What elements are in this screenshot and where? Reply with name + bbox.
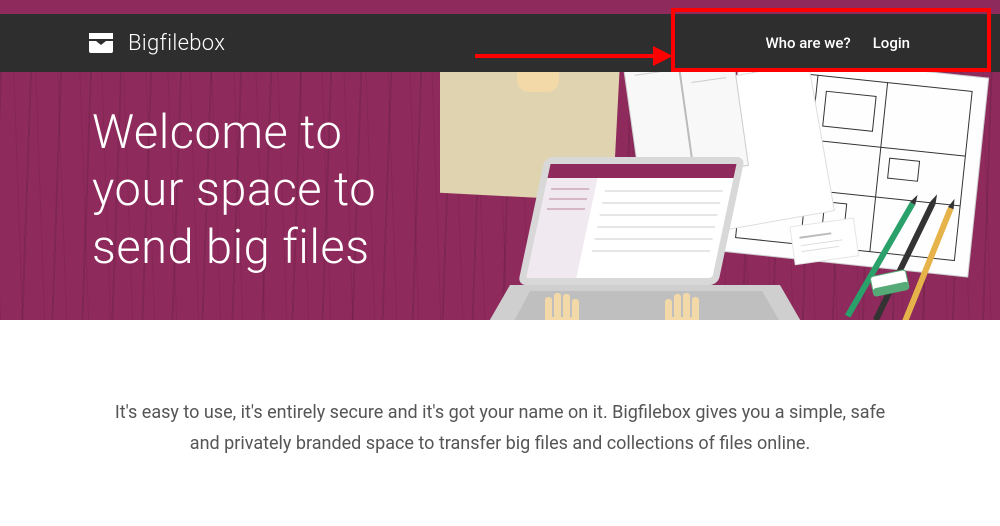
hero-line-3: send big files bbox=[92, 219, 376, 276]
hero-line-1: Welcome to bbox=[92, 104, 376, 161]
nav-who-are-we[interactable]: Who are we? bbox=[765, 34, 850, 52]
intro-paragraph: It's easy to use, it's entirely secure a… bbox=[0, 320, 1000, 459]
hero-headline: Welcome to your space to send big files bbox=[92, 104, 376, 276]
hero: Welcome to your space to send big files bbox=[0, 72, 1000, 320]
top-accent-strip bbox=[0, 0, 1000, 14]
navbar: Bigfilebox Who are we? Login bbox=[0, 14, 1000, 72]
hero-line-2: your space to bbox=[92, 161, 376, 218]
brand[interactable]: Bigfilebox bbox=[86, 28, 225, 58]
nav-links: Who are we? Login bbox=[765, 34, 910, 52]
brand-name: Bigfilebox bbox=[128, 31, 225, 56]
box-logo-icon bbox=[86, 28, 116, 58]
hero-illustration bbox=[440, 72, 1000, 320]
nav-login[interactable]: Login bbox=[873, 34, 910, 52]
